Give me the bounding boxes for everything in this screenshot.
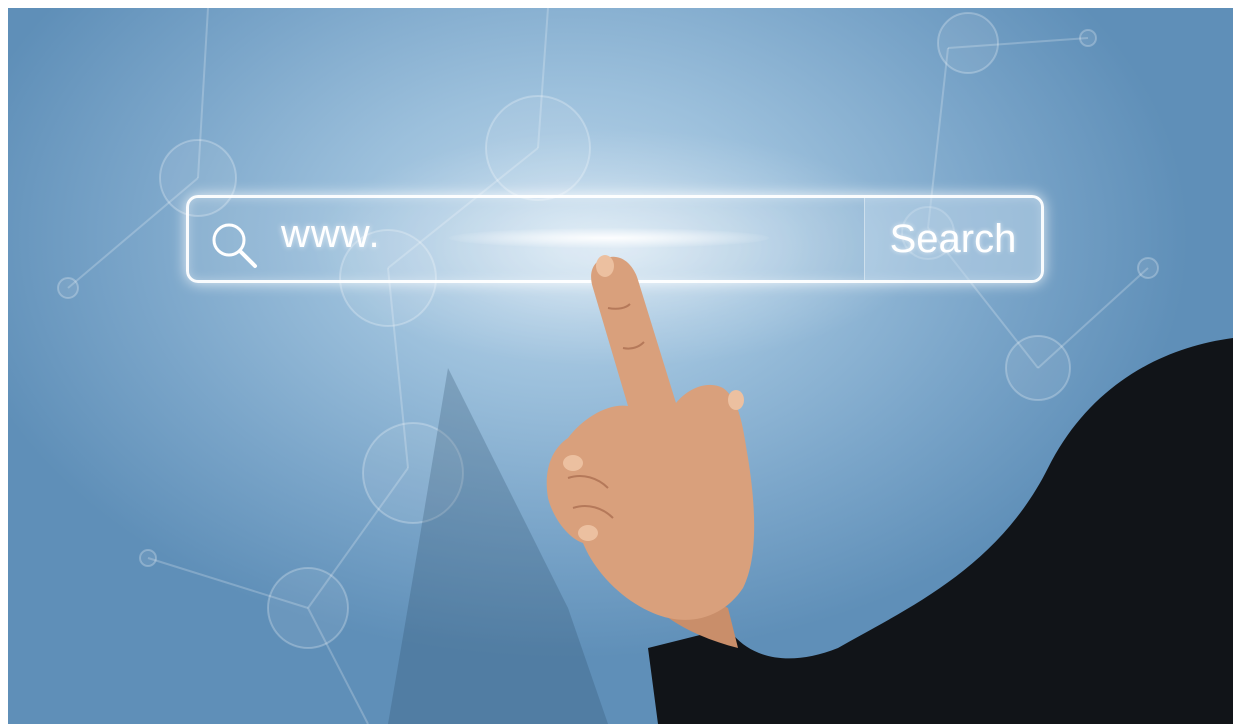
hand: [546, 256, 755, 620]
hand-illustration: [388, 255, 1233, 724]
photo-frame: www. Search: [8, 8, 1233, 724]
